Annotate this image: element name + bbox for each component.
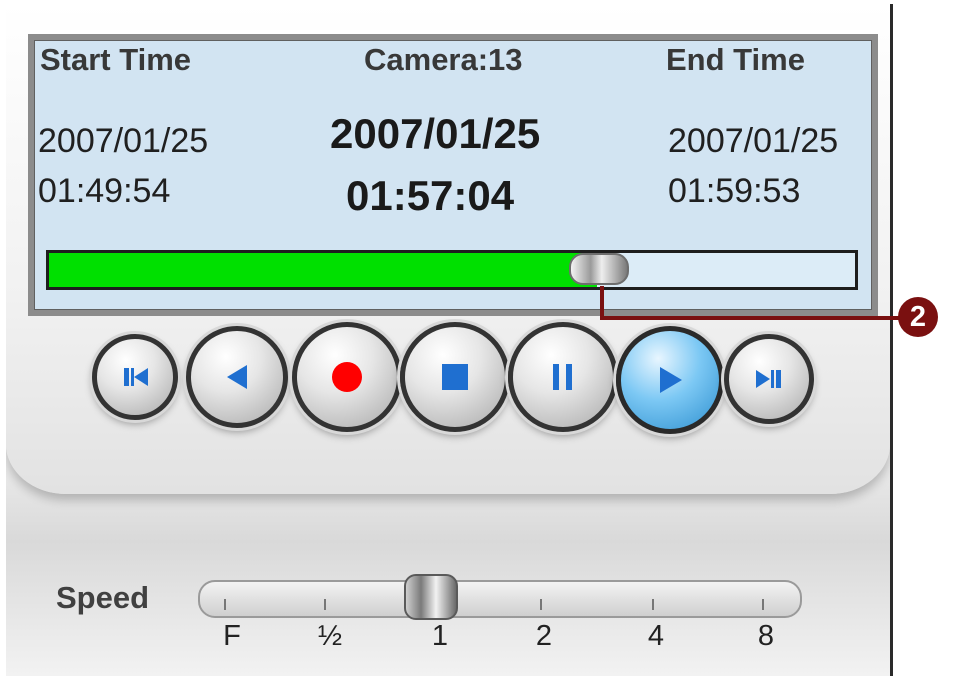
speed-option-fast: F (223, 620, 241, 652)
record-icon (332, 362, 362, 392)
speed-option-8: 8 (757, 620, 775, 652)
camera-label: Camera:13 (364, 42, 523, 77)
pause-button[interactable] (508, 322, 618, 432)
skip-back-icon (124, 368, 148, 386)
callout-line (600, 286, 902, 320)
current-time: 01:57:04 (346, 172, 515, 219)
record-button[interactable] (292, 322, 402, 432)
current-date: 2007/01/25 (330, 110, 541, 157)
speed-option-4: 4 (647, 620, 665, 652)
speed-tick (652, 599, 654, 610)
speed-option-2: 2 (535, 620, 553, 652)
time-display: Start Time Camera:13 End Time 2007/01/25… (28, 34, 878, 316)
progress-fill (49, 253, 598, 287)
callout-badge: 2 (898, 297, 938, 337)
playback-panel: Start Time Camera:13 End Time 2007/01/25… (6, 4, 893, 676)
start-time: 01:49:54 (38, 172, 171, 210)
start-date: 2007/01/25 (38, 122, 209, 160)
end-date: 2007/01/25 (668, 122, 839, 160)
speed-slider-handle[interactable] (404, 574, 458, 620)
speed-tick (762, 599, 764, 610)
speed-label: Speed (56, 580, 150, 615)
speed-slider-track[interactable] (198, 580, 802, 618)
speed-tick (540, 599, 542, 610)
rewind-button[interactable] (186, 326, 288, 428)
speed-tick (224, 599, 226, 610)
speed-option-1: 1 (431, 620, 449, 652)
playback-progress-bar[interactable] (46, 250, 858, 290)
end-time-label: End Time (666, 42, 805, 77)
reverse-play-icon (227, 365, 247, 389)
pause-icon (553, 364, 572, 390)
speed-option-half: ½ (317, 620, 343, 652)
skip-to-end-button[interactable] (724, 334, 814, 424)
skip-to-start-button[interactable] (92, 334, 178, 420)
play-button[interactable] (616, 326, 724, 434)
skip-forward-icon (756, 370, 781, 388)
stop-icon (442, 364, 468, 390)
stop-button[interactable] (400, 322, 510, 432)
progress-handle[interactable] (569, 253, 630, 285)
speed-tick (324, 599, 326, 610)
control-area: Start Time Camera:13 End Time 2007/01/25… (6, 4, 890, 494)
end-time: 01:59:53 (668, 172, 801, 210)
play-icon (660, 367, 682, 393)
start-time-label: Start Time (40, 42, 192, 77)
